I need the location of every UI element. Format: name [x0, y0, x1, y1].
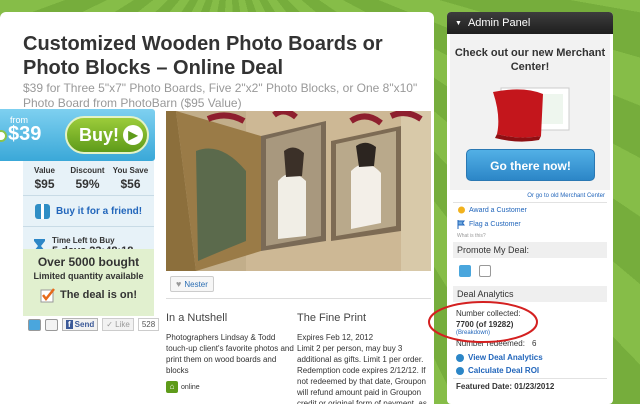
- chevron-right-icon: ▶: [123, 125, 143, 145]
- price-ribbon: from $39 Buy! ▶: [0, 109, 155, 161]
- divider: [453, 378, 607, 379]
- nester-label: Nester: [184, 279, 208, 289]
- buy-for-friend-link[interactable]: Buy it for a friend!: [23, 200, 154, 222]
- nutshell-heading: In a Nutshell: [166, 312, 228, 324]
- award-customer-label: Award a Customer: [469, 207, 527, 214]
- twitter-icon[interactable]: [459, 265, 471, 277]
- facebook-send-button[interactable]: f Send: [62, 318, 99, 331]
- divider: [166, 298, 431, 299]
- flag-icon: [457, 220, 465, 229]
- bought-box: Over 5000 bought Limited quantity availa…: [23, 249, 154, 316]
- thumbs-up-icon: ✓: [106, 320, 116, 329]
- heart-icon: ♥: [176, 279, 182, 289]
- stat-label: Value: [34, 166, 55, 175]
- stat-value: Value $95: [23, 166, 66, 191]
- annotation-circle: [428, 301, 538, 343]
- deal-photo[interactable]: [166, 111, 431, 271]
- buy-button-label: Buy!: [79, 124, 119, 145]
- admin-panel: ▼ Admin Panel Check out our new Merchant…: [447, 12, 613, 404]
- mail-icon[interactable]: [45, 318, 58, 331]
- stat-savings: You Save $56: [109, 166, 152, 191]
- deal-info-box: Value $95 Discount 59% You Save $56 Buy …: [23, 161, 154, 316]
- view-deal-analytics-link[interactable]: View Deal Analytics: [456, 353, 543, 362]
- deal-price: $39: [8, 123, 42, 145]
- merchant-center-illustration: [493, 87, 570, 142]
- deal-on-status: The deal is on!: [23, 287, 154, 303]
- nutshell-text: Photographers Lindsay & Todd touch-up cl…: [166, 333, 294, 375]
- online-badge: ⌂ online: [166, 381, 200, 393]
- award-customer-link[interactable]: Award a Customer: [457, 206, 527, 215]
- deal-on-label: The deal is on!: [59, 289, 137, 301]
- like-count: 528: [137, 318, 160, 331]
- send-label: Send: [74, 320, 95, 329]
- deal-subtitle: $39 for Three 5"x7" Photo Boards, Five 2…: [23, 81, 418, 110]
- promote-deal-heading: Promote My Deal:: [453, 242, 607, 258]
- flag-customer-link[interactable]: Flag a Customer: [457, 220, 521, 229]
- house-icon: ⌂: [166, 381, 178, 393]
- view-analytics-label: View Deal Analytics: [468, 353, 543, 362]
- featured-date: Featured Date: 01/23/2012: [456, 382, 555, 391]
- like-button[interactable]: ✓ Like: [102, 318, 134, 331]
- caret-down-icon: ▼: [455, 19, 462, 27]
- limited-quantity: Limited quantity available: [33, 271, 144, 281]
- old-merchant-center-link[interactable]: Or go to old Merchant Center: [527, 193, 605, 199]
- gift-link-label: Buy it for a friend!: [56, 205, 143, 217]
- calculate-roi-link[interactable]: Calculate Deal ROI: [456, 366, 539, 375]
- admin-panel-header[interactable]: ▼ Admin Panel: [447, 12, 613, 34]
- time-left-label: Time Left to Buy: [52, 235, 115, 245]
- whats-this-link[interactable]: What is this?: [457, 233, 486, 239]
- stat-number: $95: [34, 177, 55, 191]
- chart-icon: [456, 353, 464, 362]
- divider: [23, 195, 154, 196]
- fine-print-text: Expires Feb 12, 2012 Limit 2 per person,…: [297, 333, 427, 404]
- online-label: online: [181, 383, 200, 391]
- stat-label: You Save: [112, 166, 149, 175]
- award-icon: [458, 206, 465, 214]
- gift-icon: [35, 203, 50, 219]
- twitter-icon[interactable]: [28, 318, 41, 331]
- facebook-icon: f: [66, 320, 73, 329]
- check-icon: [40, 288, 55, 303]
- admin-panel-title: Admin Panel: [467, 17, 531, 29]
- stat-number: 59%: [75, 177, 100, 191]
- flag-customer-label: Flag a Customer: [469, 221, 521, 228]
- bought-count: Over 5000 bought: [37, 255, 140, 269]
- stat-discount: Discount 59%: [66, 166, 109, 191]
- go-there-now-button[interactable]: Go there now!: [466, 149, 595, 181]
- nester-button[interactable]: ♥ Nester: [170, 276, 214, 292]
- deal-stats: Value $95 Discount 59% You Save $56: [23, 161, 154, 191]
- like-label: Like: [115, 320, 130, 329]
- calculator-icon: [456, 366, 464, 375]
- buy-button[interactable]: Buy! ▶: [65, 116, 149, 154]
- social-share-row: f Send ✓ Like 528: [28, 318, 160, 331]
- stat-label: Discount: [70, 166, 105, 175]
- divider: [453, 202, 607, 203]
- fine-print-heading: The Fine Print: [297, 312, 367, 324]
- calculate-roi-label: Calculate Deal ROI: [468, 366, 540, 375]
- ribbon-dot: [0, 130, 7, 142]
- divider: [23, 226, 154, 227]
- mail-icon[interactable]: [479, 265, 491, 277]
- merchant-promo-text: Check out our new Merchant Center!: [454, 47, 606, 73]
- deal-card: Customized Wooden Photo Boards or Photo …: [0, 12, 434, 404]
- merchant-center-promo: Check out our new Merchant Center! Go th…: [450, 34, 610, 190]
- stat-number: $56: [120, 177, 141, 191]
- deal-title: Customized Wooden Photo Boards or Photo …: [23, 33, 383, 79]
